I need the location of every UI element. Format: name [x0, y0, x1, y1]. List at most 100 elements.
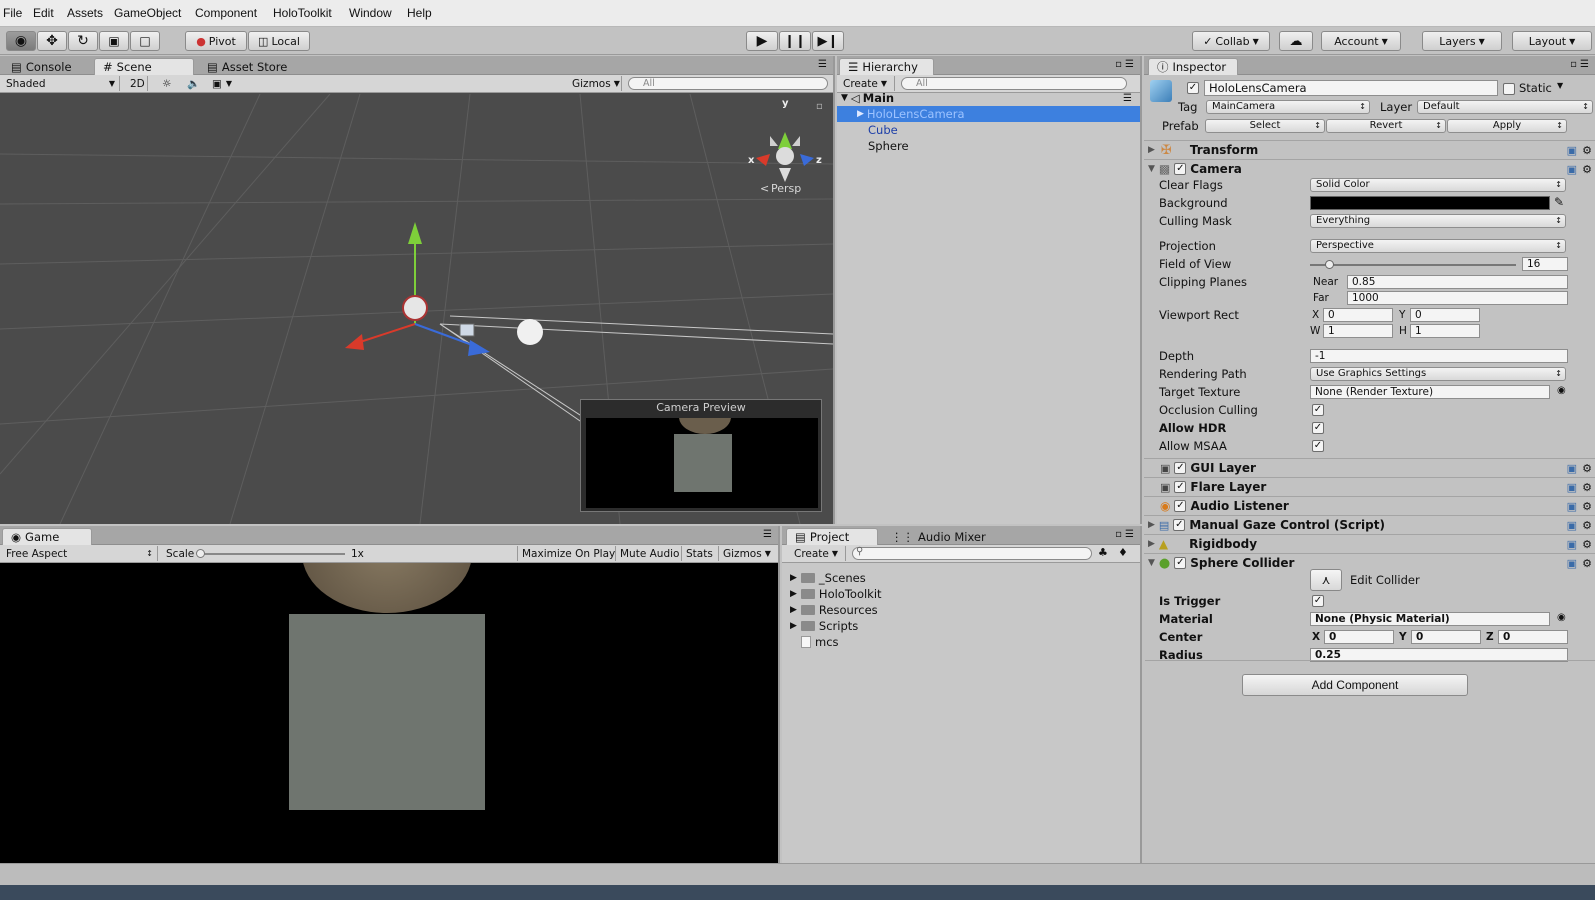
- 2d-toggle[interactable]: 2D: [126, 76, 148, 91]
- game-gizmos-dropdown[interactable]: Gizmos ▼: [718, 546, 776, 561]
- layout-dropdown[interactable]: Layout ▼: [1512, 31, 1592, 51]
- panel-menu-icon[interactable]: ▫ ☰: [1570, 59, 1589, 70]
- prefab-revert-button[interactable]: Revert: [1326, 119, 1446, 133]
- project-file-mcs[interactable]: mcs: [801, 634, 839, 650]
- effects-dropdown[interactable]: ▣ ▼: [208, 76, 244, 91]
- allow-hdr-checkbox[interactable]: ✓: [1312, 422, 1324, 434]
- gizmos-dropdown[interactable]: Gizmos ▼: [568, 76, 622, 91]
- hierarchy-search-input[interactable]: All: [901, 77, 1127, 90]
- center-z-field[interactable]: 0: [1498, 630, 1568, 644]
- object-name-field[interactable]: HoloLensCamera: [1204, 80, 1498, 96]
- menu-file[interactable]: File: [3, 6, 22, 20]
- cloud-button[interactable]: ☁: [1279, 31, 1313, 51]
- move-tool-button[interactable]: ✥: [37, 31, 67, 51]
- pause-button[interactable]: ❙❙: [779, 31, 811, 51]
- background-color-field[interactable]: [1310, 196, 1550, 210]
- allow-msaa-checkbox[interactable]: ✓: [1312, 440, 1324, 452]
- gear-icon[interactable]: ⚙: [1582, 163, 1592, 176]
- rotate-tool-button[interactable]: ↻: [68, 31, 98, 51]
- tag-dropdown[interactable]: MainCamera: [1206, 100, 1370, 114]
- gear-icon[interactable]: ⚙: [1582, 500, 1592, 513]
- tab-scene[interactable]: # Scene: [94, 58, 194, 75]
- scale-slider-thumb[interactable]: [196, 549, 205, 558]
- target-texture-field[interactable]: None (Render Texture): [1310, 385, 1550, 399]
- scale-tool-button[interactable]: ▣: [99, 31, 129, 51]
- center-x-field[interactable]: 0: [1324, 630, 1394, 644]
- object-picker-icon[interactable]: ◉: [1557, 385, 1566, 396]
- project-folder-scripts[interactable]: ▶ Scripts: [790, 618, 858, 634]
- audio-listener-header[interactable]: ◉ ✓ Audio Listener ▣ ⚙: [1144, 496, 1595, 515]
- sphere-object[interactable]: [517, 319, 543, 345]
- is-trigger-checkbox[interactable]: ✓: [1312, 595, 1324, 607]
- add-component-button[interactable]: Add Component: [1242, 674, 1468, 696]
- menu-assets[interactable]: Assets: [67, 6, 103, 20]
- step-button[interactable]: ▶❙: [812, 31, 844, 51]
- gui-layer-enabled-checkbox[interactable]: ✓: [1174, 462, 1187, 474]
- play-button[interactable]: ▶: [746, 31, 778, 51]
- center-y-field[interactable]: 0: [1411, 630, 1481, 644]
- gear-icon[interactable]: ⚙: [1582, 462, 1592, 475]
- projection-dropdown[interactable]: Perspective: [1310, 239, 1566, 253]
- collapse-arrow-icon[interactable]: ▼: [1148, 558, 1155, 568]
- tab-console[interactable]: ▤ Console: [2, 58, 81, 75]
- project-create-dropdown[interactable]: Create ▼: [790, 546, 846, 561]
- audio-toggle[interactable]: 🔈: [183, 76, 205, 91]
- menu-holotoolkit[interactable]: HoloToolkit: [273, 6, 332, 20]
- panel-menu-icon[interactable]: ☰: [763, 529, 772, 540]
- hierarchy-item-sphere[interactable]: Sphere: [837, 138, 1140, 154]
- tab-audio-mixer[interactable]: ⋮⋮ Audio Mixer: [882, 528, 995, 545]
- fov-slider[interactable]: [1310, 260, 1516, 269]
- rect-tool-button[interactable]: □: [130, 31, 160, 51]
- viewport-y-field[interactable]: 0: [1410, 308, 1480, 322]
- static-checkbox[interactable]: [1503, 83, 1515, 95]
- menu-window[interactable]: Window: [349, 6, 392, 20]
- scale-slider[interactable]: [196, 549, 345, 558]
- viewport-h-field[interactable]: 1: [1410, 324, 1480, 338]
- collapse-arrow-icon[interactable]: ▼: [1148, 164, 1155, 174]
- material-field[interactable]: None (Physic Material): [1310, 612, 1550, 626]
- sphere-collider-enabled-checkbox[interactable]: ✓: [1174, 557, 1187, 569]
- menu-edit[interactable]: Edit: [33, 6, 54, 20]
- viewport-w-field[interactable]: 1: [1323, 324, 1393, 338]
- active-checkbox[interactable]: ✓: [1187, 82, 1199, 94]
- project-search-input[interactable]: [852, 547, 1092, 560]
- camera-header[interactable]: ▼ ▩ ✓ Camera ▣ ⚙: [1144, 159, 1595, 178]
- expand-arrow-icon[interactable]: ▶: [790, 605, 797, 615]
- collapse-arrow-icon[interactable]: ▶: [1148, 145, 1155, 155]
- occlusion-culling-checkbox[interactable]: ✓: [1312, 404, 1324, 416]
- hierarchy-item-cube[interactable]: Cube: [837, 122, 1140, 138]
- hand-tool-button[interactable]: ◉: [6, 31, 36, 51]
- project-folder-scenes[interactable]: ▶ _Scenes: [790, 570, 866, 586]
- depth-field[interactable]: -1: [1310, 349, 1568, 363]
- menu-gameobject[interactable]: GameObject: [114, 6, 181, 20]
- camera-enabled-checkbox[interactable]: ✓: [1174, 163, 1187, 175]
- fov-field[interactable]: 16: [1522, 257, 1568, 271]
- perspective-label[interactable]: Persp: [771, 182, 801, 195]
- mute-audio-toggle[interactable]: Mute Audio: [615, 546, 683, 561]
- orientation-gizmo[interactable]: y x z Persp <: [748, 98, 822, 195]
- help-icon[interactable]: ▣: [1567, 557, 1577, 570]
- static-dropdown-icon[interactable]: ▼: [1557, 81, 1563, 90]
- menu-component[interactable]: Component: [195, 6, 257, 20]
- move-gizmo[interactable]: [345, 222, 490, 356]
- scene-search-input[interactable]: All: [628, 77, 828, 90]
- edit-collider-button[interactable]: ⋏: [1310, 569, 1342, 591]
- panel-menu-icon[interactable]: ▫ ☰: [1115, 529, 1134, 540]
- layers-dropdown[interactable]: Layers ▼: [1422, 31, 1502, 51]
- gear-icon[interactable]: ⚙: [1582, 481, 1592, 494]
- eyedropper-icon[interactable]: ✎: [1554, 195, 1564, 209]
- near-field[interactable]: 0.85: [1347, 275, 1568, 289]
- viewport-x-field[interactable]: 0: [1323, 308, 1393, 322]
- help-icon[interactable]: ▣: [1567, 144, 1577, 157]
- gear-icon[interactable]: ⚙: [1582, 519, 1592, 532]
- collab-dropdown[interactable]: ✓ Collab ▼: [1192, 31, 1270, 51]
- aspect-dropdown[interactable]: Free Aspect ↕: [2, 546, 158, 561]
- fov-slider-thumb[interactable]: [1325, 260, 1334, 269]
- help-icon[interactable]: ▣: [1567, 462, 1577, 475]
- local-toggle[interactable]: ◫ Local: [248, 31, 310, 51]
- flare-layer-header[interactable]: ▣ ✓ Flare Layer ▣ ⚙: [1144, 477, 1595, 496]
- rigidbody-header[interactable]: ▶ ▲ Rigidbody ▣ ⚙: [1144, 534, 1595, 553]
- audio-listener-enabled-checkbox[interactable]: ✓: [1174, 500, 1187, 512]
- lock-icon[interactable]: ▫: [816, 101, 823, 112]
- prefab-apply-button[interactable]: Apply: [1447, 119, 1567, 133]
